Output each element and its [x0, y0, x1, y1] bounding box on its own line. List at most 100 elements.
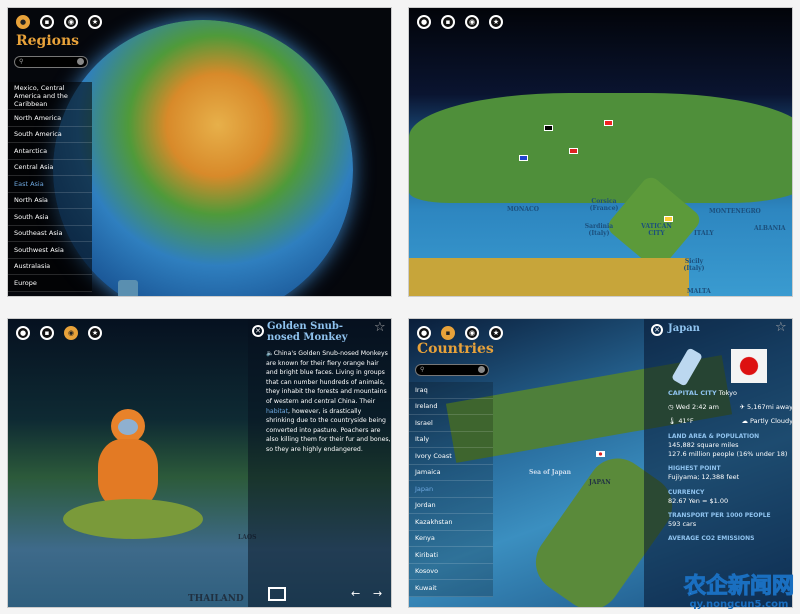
list-item[interactable]: North America	[8, 110, 92, 127]
globe-icon[interactable]: ●	[16, 326, 30, 340]
region-list: Mexico, Central America and the Caribbea…	[8, 82, 92, 292]
transport-label: TRANSPORT PER 1000 PEOPLE	[668, 512, 771, 520]
currency-label: CURRENCY	[668, 488, 705, 496]
speaker-icon[interactable]: 🔈	[266, 350, 274, 357]
japan-flag-image	[731, 349, 767, 383]
highest-label: HIGHEST POINT	[668, 465, 721, 473]
list-item[interactable]: South Asia	[8, 209, 92, 226]
population-value: 127.6 million people (16% under 18)	[668, 450, 788, 459]
eye-icon[interactable]: ◉	[64, 15, 78, 29]
countries-screen: Sea of Japan JAPAN ● ▪ ◉ ★ Countries ⚲ I…	[408, 318, 793, 608]
animal-title: Golden Snub-nosed Monkey	[267, 321, 348, 343]
next-button[interactable]: →	[373, 587, 382, 600]
list-item-selected[interactable]: East Asia	[8, 176, 92, 193]
map-label: MONACO	[507, 206, 540, 213]
search-icon: ⚲	[19, 58, 24, 65]
japan-flag-marker[interactable]	[596, 451, 605, 457]
list-item[interactable]: Southwest Asia	[8, 242, 92, 259]
land-label: LAND AREA & POPULATION	[668, 432, 760, 440]
map-label: Sea of Japan	[529, 469, 571, 476]
animal-screen: ● ▪ ◉ ★ LAOS THAILAND ✕ Golden Snub-nose…	[7, 318, 392, 608]
list-item[interactable]: Iraq	[409, 382, 493, 399]
animal-description: 🔈China's Golden Snub-nosed Monkeys are k…	[266, 350, 391, 453]
country-title: Japan	[668, 323, 700, 334]
globe[interactable]	[53, 20, 353, 296]
star-icon[interactable]: ★	[88, 326, 102, 340]
image-button[interactable]	[268, 587, 286, 601]
flag-icon[interactable]	[604, 120, 613, 126]
map-label: Corsica (France)	[589, 198, 619, 212]
list-item[interactable]: Kosovo	[409, 564, 493, 580]
flag-icon[interactable]	[544, 125, 553, 131]
page-title: Countries	[417, 341, 494, 357]
nav-icons: ● ▪ ◉ ★	[16, 326, 102, 340]
list-item[interactable]: Kuwait	[409, 580, 493, 597]
list-item[interactable]: Israel	[409, 415, 493, 432]
country-info: CAPITAL CITY Tokyo ◷ Wed 2:42 am ✈ 5,167m…	[668, 389, 793, 544]
flag-icon[interactable]	[664, 216, 673, 222]
flag-icon[interactable]	[569, 148, 578, 154]
star-icon[interactable]: ★	[489, 15, 503, 29]
list-item[interactable]: Jordan	[409, 498, 493, 514]
favorite-star-icon[interactable]: ☆	[374, 320, 386, 335]
clear-icon[interactable]	[478, 366, 485, 373]
list-item[interactable]: Central Asia	[8, 160, 92, 176]
eye-icon[interactable]: ◉	[64, 326, 78, 340]
eye-icon[interactable]: ◉	[465, 326, 479, 340]
globe-icon[interactable]: ●	[16, 15, 30, 29]
list-item[interactable]: Southeast Asia	[8, 226, 92, 242]
list-item[interactable]: Australasia	[8, 259, 92, 275]
clear-icon[interactable]	[77, 58, 84, 65]
flag-icon[interactable]	[519, 155, 528, 161]
list-item[interactable]: Kenya	[409, 531, 493, 547]
list-item[interactable]: Ivory Coast	[409, 448, 493, 465]
list-item[interactable]: Kazakhstan	[409, 514, 493, 531]
map-screen: ● ▪ ◉ ★ MONACO Corsica (France) Sardinia…	[408, 7, 793, 297]
cloud-icon: ☁ Partly Cloudy	[741, 417, 793, 426]
page-title: Regions	[16, 33, 80, 49]
clock-icon: ◷ Wed 2:42 am	[668, 403, 719, 412]
land-africa	[409, 258, 689, 296]
close-button[interactable]: ✕	[651, 324, 663, 336]
map-label: Sardinia (Italy)	[584, 223, 614, 237]
map-label: MONTENEGRO	[709, 208, 761, 215]
list-item[interactable]: Ireland	[409, 399, 493, 415]
globe-icon[interactable]: ●	[417, 326, 431, 340]
currency-value: 82.67 Yen = $1.00	[668, 496, 729, 505]
search-input[interactable]: ⚲	[415, 364, 489, 376]
habitat-link[interactable]: habitat	[266, 408, 288, 415]
globe-icon[interactable]: ●	[417, 15, 431, 29]
search-input[interactable]: ⚲	[14, 56, 88, 68]
flag-icon[interactable]: ▪	[441, 326, 455, 340]
list-item[interactable]: Italy	[409, 432, 493, 448]
list-item[interactable]: Mexico, Central America and the Caribbea…	[8, 82, 92, 110]
close-button[interactable]: ✕	[252, 325, 264, 337]
emissions-label: AVERAGE CO2 EMISSIONS	[668, 535, 755, 543]
capital-value: Tokyo	[718, 389, 737, 397]
country-list: Iraq Ireland Israel Italy Ivory Coast Jamaica…	[409, 382, 493, 597]
search-icon: ⚲	[420, 366, 425, 373]
flag-icon[interactable]: ▪	[40, 326, 54, 340]
thermometer-icon: 🌡 41°F	[668, 417, 694, 426]
list-item[interactable]: North Asia	[8, 193, 92, 209]
nav-icons: ● ▪ ◉ ★	[417, 326, 503, 340]
list-item[interactable]: Jamaica	[409, 465, 493, 481]
list-item[interactable]: Antarctica	[8, 143, 92, 160]
globe-button[interactable]	[118, 280, 138, 296]
list-item[interactable]: Europe	[8, 275, 92, 292]
flag-icon[interactable]: ▪	[441, 15, 455, 29]
favorite-star-icon[interactable]: ☆	[775, 320, 787, 335]
list-item-selected[interactable]: Japan	[409, 481, 493, 498]
area-value: 145,882 square miles	[668, 440, 739, 449]
eye-icon[interactable]: ◉	[465, 15, 479, 29]
star-icon[interactable]: ★	[489, 326, 503, 340]
highest-value: Fujiyama; 12,388 feet	[668, 473, 740, 482]
prev-button[interactable]: ←	[351, 587, 360, 600]
map-label: ITALY	[694, 230, 714, 237]
list-item[interactable]: Kiribati	[409, 547, 493, 564]
watermark: 农企新闻网 qy.nongcun5.com	[683, 574, 794, 610]
star-icon[interactable]: ★	[88, 15, 102, 29]
flag-icon[interactable]: ▪	[40, 15, 54, 29]
list-item[interactable]: South America	[8, 127, 92, 143]
map-label: VATICAN CITY	[641, 223, 672, 237]
